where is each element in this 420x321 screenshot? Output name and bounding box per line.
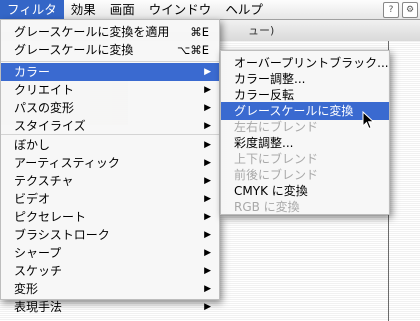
menu-item-label: グレースケールに変換を適用 bbox=[14, 25, 170, 39]
menu-item-brush-strokes[interactable]: ブラシストローク ▶ bbox=[1, 226, 219, 244]
menu-item-label: クリエイト bbox=[14, 83, 75, 97]
menu-separator bbox=[1, 134, 219, 135]
menu-separator bbox=[1, 61, 219, 62]
submenu-arrow-icon: ▶ bbox=[204, 85, 211, 95]
menu-item-color[interactable]: カラー ▶ bbox=[1, 63, 219, 81]
menu-item-label: シャープ bbox=[14, 246, 62, 260]
shortcut-label: ⌥⌘E bbox=[176, 43, 209, 57]
menu-item-pixelate[interactable]: ピクセレート ▶ bbox=[1, 208, 219, 226]
menu-item-label: カラー bbox=[14, 65, 51, 79]
menu-item-label: アーティスティック bbox=[14, 156, 120, 170]
menu-bar: フィルタ 効果 画面 ウインドウ ヘルプ ? ⚙ bbox=[0, 0, 420, 20]
menu-item-distort-path[interactable]: パスの変形 ▶ bbox=[1, 99, 219, 117]
submenu-arrow-icon: ▶ bbox=[204, 67, 211, 77]
submenu-arrow-icon: ▶ bbox=[204, 266, 211, 276]
menu-filter[interactable]: フィルタ bbox=[0, 0, 64, 19]
submenu-arrow-icon: ▶ bbox=[204, 103, 211, 113]
menu-item-apply-grayscale[interactable]: グレースケールに変換を適用 ⌘E bbox=[1, 23, 219, 41]
help-icon[interactable]: ? bbox=[383, 2, 399, 18]
menu-view[interactable]: 画面 bbox=[103, 0, 142, 19]
menu-item-label: ビデオ bbox=[14, 192, 51, 206]
submenu-arrow-icon: ▶ bbox=[204, 194, 211, 204]
menu-item-texture[interactable]: テクスチャ ▶ bbox=[1, 172, 219, 190]
submenu-arrow-icon: ▶ bbox=[204, 140, 211, 150]
shortcut-label: ⌘E bbox=[190, 25, 209, 39]
submenu-arrow-icon: ▶ bbox=[204, 284, 211, 294]
menu-help[interactable]: ヘルプ bbox=[218, 0, 270, 19]
menu-item-distort[interactable]: 変形 ▶ bbox=[1, 280, 219, 298]
menu-item-video[interactable]: ビデオ ▶ bbox=[1, 190, 219, 208]
menu-item-blur[interactable]: ぼかし ▶ bbox=[1, 136, 219, 154]
submenu-arrow-icon: ▶ bbox=[204, 212, 211, 222]
submenu-arrow-icon: ▶ bbox=[204, 158, 211, 168]
menu-item-label: ぼかし bbox=[14, 138, 51, 152]
menu-item-sharpen[interactable]: シャープ ▶ bbox=[1, 244, 219, 262]
menu-item-grayscale[interactable]: グレースケールに変換 ⌥⌘E bbox=[1, 41, 219, 59]
menu-item-sketch[interactable]: スケッチ ▶ bbox=[1, 262, 219, 280]
menu-item-label: 変形 bbox=[14, 282, 39, 296]
app-icon[interactable]: ⚙ bbox=[402, 2, 418, 18]
menu-item-stylize[interactable]: スタイライズ ▶ bbox=[1, 117, 219, 135]
menu-item-label: パスの変形 bbox=[14, 101, 75, 115]
submenu-arrow-icon: ▶ bbox=[204, 302, 211, 312]
submenu-arrow-icon: ▶ bbox=[204, 176, 211, 186]
submenu-arrow-icon: ▶ bbox=[204, 230, 211, 240]
color-submenu: オーバープリントブラック... カラー調整... カラー反転 グレースケールに変… bbox=[220, 50, 390, 215]
menu-item-label: ピクセレート bbox=[14, 210, 87, 224]
menu-item-label: ブラシストローク bbox=[14, 228, 110, 242]
menu-item-label: スタイライズ bbox=[14, 119, 86, 133]
window-title-fragment: ュー) bbox=[248, 24, 275, 37]
menu-item-label: 表現手法 bbox=[14, 300, 63, 314]
submenu-item-convert-rgb[interactable]: RGB に変換 bbox=[221, 198, 389, 216]
menu-window[interactable]: ウインドウ bbox=[142, 0, 219, 19]
filter-menu: グレースケールに変換を適用 ⌘E グレースケールに変換 ⌥⌘E カラー ▶ クリ… bbox=[0, 19, 220, 314]
arrow-cursor-icon bbox=[362, 111, 375, 130]
menubar-extras: ? ⚙ bbox=[383, 2, 418, 18]
menu-effect[interactable]: 効果 bbox=[64, 0, 103, 19]
menu-item-label: スケッチ bbox=[14, 264, 63, 278]
menu-item-label: グレースケールに変換 bbox=[14, 43, 134, 57]
menu-item-artistic[interactable]: アーティスティック ▶ bbox=[1, 154, 219, 172]
menu-item-expression[interactable]: 表現手法 ▶ bbox=[1, 298, 219, 316]
menu-item-label: テクスチャ bbox=[14, 174, 74, 188]
menu-item-create[interactable]: クリエイト ▶ bbox=[1, 81, 219, 99]
submenu-arrow-icon: ▶ bbox=[204, 121, 211, 131]
submenu-arrow-icon: ▶ bbox=[204, 248, 211, 258]
